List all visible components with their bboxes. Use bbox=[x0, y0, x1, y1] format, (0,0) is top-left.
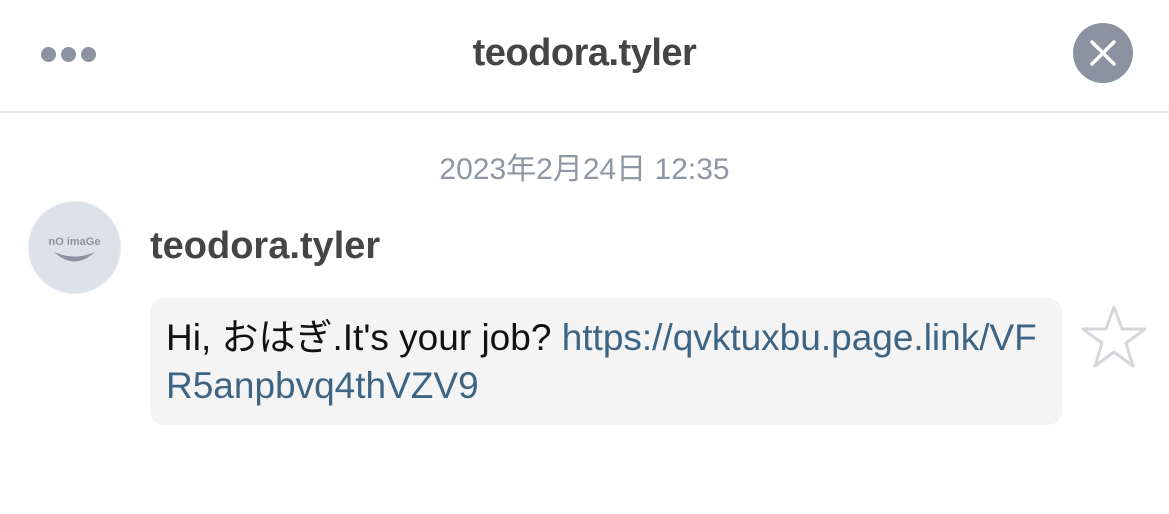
chat-screen: teodora.tyler 2023年2月24日 12:35 nO imaGe … bbox=[0, 0, 1169, 514]
svg-text:nO imaGe: nO imaGe bbox=[49, 236, 101, 248]
sender-name[interactable]: teodora.tyler bbox=[150, 222, 380, 270]
page-title: teodora.tyler bbox=[472, 32, 697, 74]
header-bar: teodora.tyler bbox=[0, 0, 1169, 113]
message-timestamp: 2023年2月24日 12:35 bbox=[439, 153, 730, 186]
message-bubble: Hi, おはぎ.It's your job? https://qvktuxbu.… bbox=[150, 298, 1062, 425]
message-body: Hi, おはぎ.It's your job? bbox=[166, 317, 562, 358]
message-text: Hi, おはぎ.It's your job? https://qvktuxbu.… bbox=[166, 314, 1046, 410]
close-button[interactable] bbox=[1073, 23, 1133, 83]
no-image-avatar-icon: nO imaGe bbox=[49, 236, 101, 262]
close-icon bbox=[1090, 40, 1116, 66]
star-outline-icon bbox=[1081, 305, 1147, 368]
avatar[interactable]: nO imaGe bbox=[28, 201, 121, 294]
favorite-button[interactable] bbox=[1080, 304, 1148, 370]
